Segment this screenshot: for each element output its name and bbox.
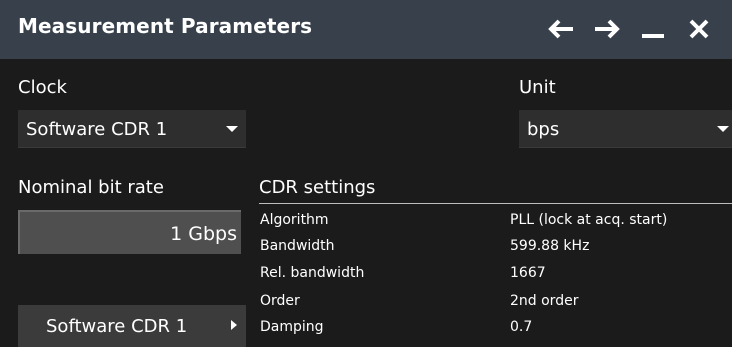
clock-dropdown[interactable]: Software CDR 1 — [18, 110, 246, 148]
software-cdr-button-label: Software CDR 1 — [46, 316, 188, 337]
cdr-value: 599.88 kHz — [510, 238, 590, 254]
cdr-key: Algorithm — [260, 212, 329, 228]
cdr-value: 1667 — [510, 265, 546, 281]
forward-arrow-icon — [595, 19, 620, 39]
window-title: Measurement Parameters — [18, 14, 313, 38]
back-button[interactable] — [544, 12, 578, 46]
chevron-down-icon — [717, 126, 729, 132]
cdr-value: 0.7 — [510, 319, 533, 335]
clock-dropdown-value: Software CDR 1 — [26, 119, 168, 140]
cdr-key: Rel. bandwidth — [260, 265, 365, 281]
cdr-key: Bandwidth — [260, 238, 335, 254]
minimize-icon — [642, 34, 664, 38]
unit-dropdown[interactable]: bps — [519, 110, 732, 148]
minimize-button[interactable] — [636, 12, 670, 46]
nominal-bit-rate-input[interactable]: 1 Gbps — [18, 210, 241, 254]
cdr-row-damping: Damping 0.7 — [259, 315, 732, 341]
back-arrow-icon — [548, 19, 573, 39]
cdr-key: Damping — [260, 319, 324, 335]
nominal-bit-rate-label: Nominal bit rate — [18, 177, 164, 198]
nominal-bit-rate-value: 1 Gbps — [170, 223, 237, 245]
cdr-value: PLL (lock at acq. start) — [510, 212, 668, 228]
close-button[interactable] — [682, 12, 716, 46]
cdr-row-rel-bandwidth: Rel. bandwidth 1667 — [259, 261, 732, 287]
cdr-row-bandwidth: Bandwidth 599.88 kHz — [259, 234, 732, 260]
cdr-row-algorithm: Algorithm PLL (lock at acq. start) — [259, 208, 732, 234]
cdr-settings-title: CDR settings — [259, 177, 376, 198]
unit-label: Unit — [519, 77, 556, 98]
section-divider — [259, 203, 732, 204]
clock-label: Clock — [18, 77, 67, 98]
cdr-row-order: Order 2nd order — [259, 289, 732, 315]
software-cdr-button[interactable]: Software CDR 1 — [18, 305, 246, 347]
chevron-right-icon — [231, 320, 237, 330]
cdr-key: Order — [260, 293, 300, 309]
title-bar: Measurement Parameters — [0, 0, 732, 59]
chevron-down-icon — [226, 126, 238, 132]
forward-button[interactable] — [590, 12, 624, 46]
close-icon — [689, 19, 709, 39]
cdr-value: 2nd order — [510, 293, 579, 309]
unit-dropdown-value: bps — [527, 119, 560, 140]
